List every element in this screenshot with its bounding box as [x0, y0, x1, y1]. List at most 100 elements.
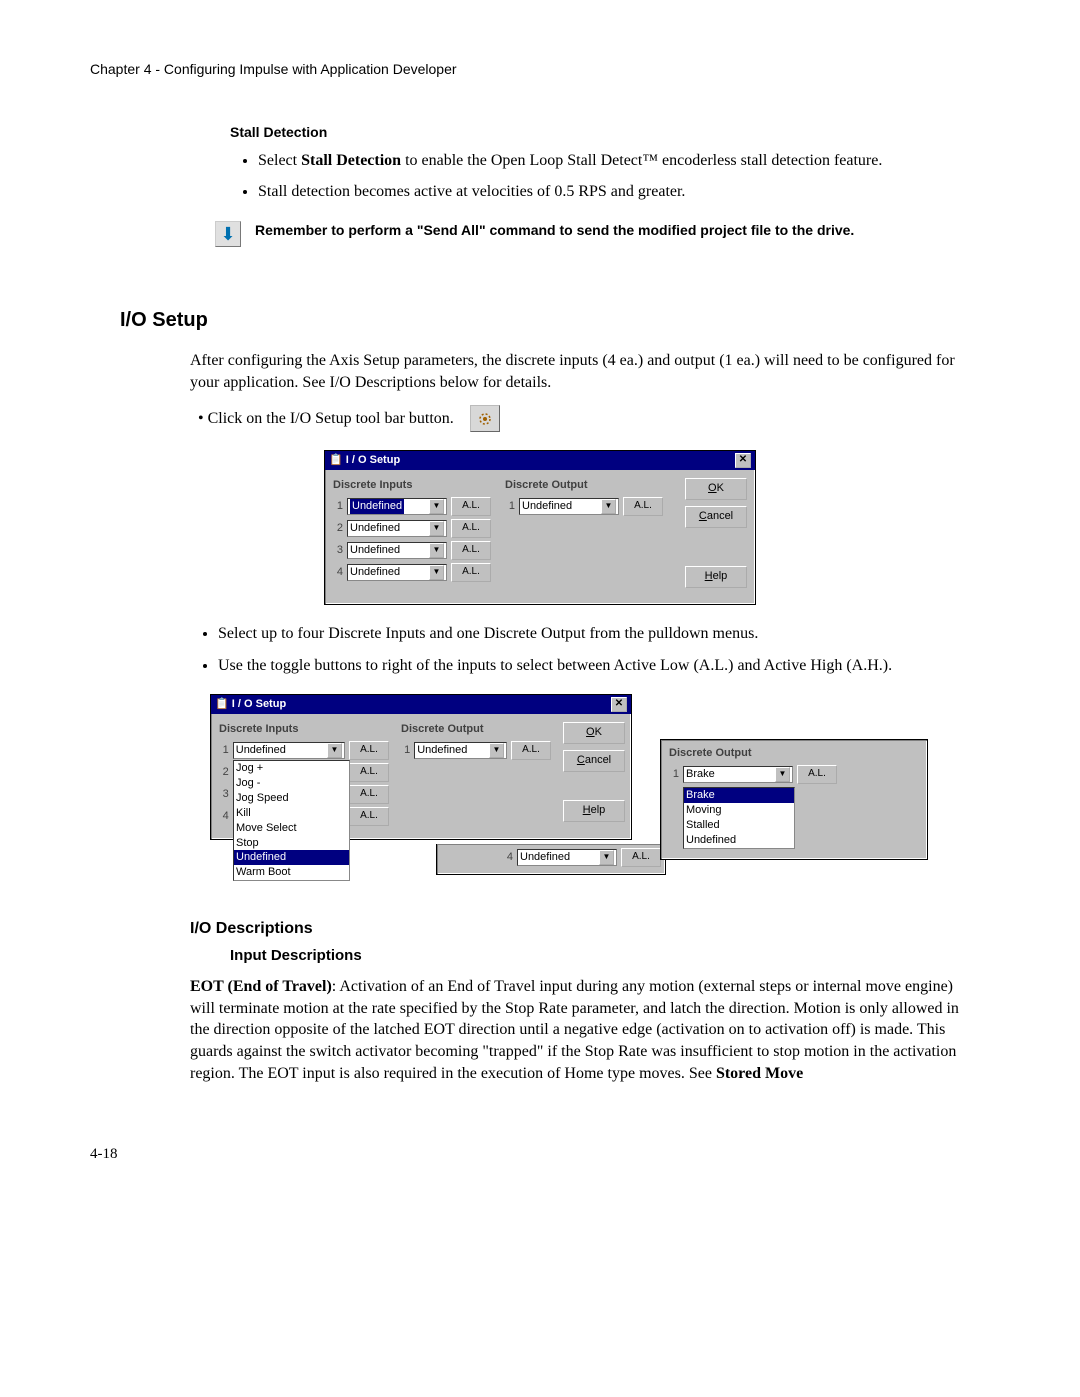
list-item[interactable]: Stop [234, 836, 349, 851]
combo-value: Undefined [522, 499, 572, 514]
list-item[interactable]: Stalled [684, 818, 794, 833]
combo-value: Undefined [350, 499, 404, 514]
input-4-combo-strip[interactable]: Undefined▼ [517, 849, 617, 866]
chevron-down-icon[interactable]: ▼ [429, 499, 444, 514]
output-combo-open[interactable]: Brake ▼ [683, 766, 793, 783]
chevron-down-icon[interactable]: ▼ [429, 543, 444, 558]
input-2-al-toggle[interactable]: A.L. [349, 763, 389, 782]
input-2-combo[interactable]: Undefined▼ [347, 520, 447, 537]
cancel-button[interactable]: Cancel [685, 506, 747, 528]
combo-value: Brake [686, 767, 715, 782]
chevron-down-icon[interactable]: ▼ [429, 565, 444, 580]
row-number: 1 [669, 767, 679, 782]
ok-button[interactable]: OK [563, 722, 625, 744]
combo-value: Undefined [417, 743, 467, 758]
chevron-down-icon[interactable]: ▼ [599, 850, 614, 865]
list-item[interactable]: Jog Speed [234, 791, 349, 806]
note-text: Remember to perform a "Send All" command… [255, 221, 854, 240]
dialog-titlebar: 📋 I / O Setup ✕ [325, 451, 755, 470]
output-1-combo[interactable]: Undefined ▼ [414, 742, 507, 759]
text: Select [258, 152, 301, 169]
output-1-combo[interactable]: Undefined ▼ [519, 498, 619, 515]
input-1-al-toggle[interactable]: A.L. [349, 741, 389, 760]
row-number: 3 [333, 543, 343, 558]
row-number: 3 [219, 787, 229, 802]
input-1-combo[interactable]: Undefined▼ [233, 742, 345, 759]
stall-detection-heading: Stall Detection [230, 123, 990, 142]
output-1-al-toggle[interactable]: A.L. [623, 497, 663, 516]
al-toggle[interactable]: A.L. [621, 848, 661, 867]
list-item-selected[interactable]: Brake [684, 788, 794, 803]
list-item[interactable]: Undefined [684, 833, 794, 848]
input-4-al-toggle[interactable]: A.L. [451, 563, 491, 582]
row-number: 1 [505, 499, 515, 514]
io-bullet-a: Select up to four Discrete Inputs and on… [218, 623, 990, 645]
list-item[interactable]: Jog + [234, 761, 349, 776]
discrete-inputs-label: Discrete Inputs [219, 722, 389, 737]
input-2-dropdown-list[interactable]: Jog + Jog - Jog Speed Kill Move Select S… [233, 760, 350, 881]
chevron-down-icon[interactable]: ▼ [327, 743, 342, 758]
ok-button[interactable]: OK [685, 478, 747, 500]
close-icon[interactable]: ✕ [735, 453, 751, 468]
list-item[interactable]: Warm Boot [234, 865, 349, 880]
dialog-title: I / O Setup [232, 698, 286, 710]
row-number: 1 [219, 743, 229, 758]
dialog-titlebar: 📋 I / O Setup ✕ [211, 695, 631, 714]
input-row-4: 4 Undefined ▼ A.L. [333, 563, 493, 582]
io-setup-bullets: Select up to four Discrete Inputs and on… [190, 623, 990, 676]
chevron-down-icon[interactable]: ▼ [601, 499, 616, 514]
discrete-output-label: Discrete Output [669, 746, 919, 761]
output-row-1: 1 Undefined ▼ A.L. [505, 497, 665, 516]
stored-move-bold: Stored Move [716, 1065, 803, 1082]
help-button[interactable]: Help [563, 800, 625, 822]
input-row-2: 2 Undefined▼ A.L. [333, 519, 493, 538]
eot-bold: EOT (End of Travel) [190, 978, 332, 995]
input-2-al-toggle[interactable]: A.L. [451, 519, 491, 538]
row-number: 1 [333, 499, 343, 514]
io-setup-output-fragment: Discrete Output 1 Brake ▼ A.L. Brake Movi… [660, 739, 928, 859]
help-button[interactable]: Help [685, 566, 747, 588]
list-item[interactable]: Moving [684, 803, 794, 818]
io-descriptions-heading: I/O Descriptions [190, 918, 990, 940]
page-number: 4-18 [90, 1144, 990, 1164]
combo-value: Undefined [350, 543, 400, 558]
input-row-3: 3 Undefined ▼ A.L. [333, 541, 493, 560]
input-3-al-toggle[interactable]: A.L. [349, 785, 389, 804]
list-item[interactable]: Jog - [234, 776, 349, 791]
input-4-combo[interactable]: Undefined ▼ [347, 564, 447, 581]
stall-bullets: Select Stall Detection to enable the Ope… [230, 150, 990, 203]
chevron-down-icon[interactable]: ▼ [775, 767, 790, 782]
io-setup-dialog-1: 📋 I / O Setup ✕ Discrete Inputs 1 Undefi… [324, 450, 756, 605]
close-icon[interactable]: ✕ [611, 697, 627, 712]
io-setup-dialog-2: 📋 I / O Setup ✕ Discrete Inputs 1 Undefi… [210, 694, 632, 840]
input-1-al-toggle[interactable]: A.L. [451, 497, 491, 516]
row-number: 4 [219, 809, 229, 824]
text: to enable the Open Loop Stall Detect™ en… [401, 152, 882, 169]
chevron-down-icon[interactable]: ▼ [489, 743, 504, 758]
list-item[interactable]: Move Select [234, 821, 349, 836]
input-1-combo[interactable]: Undefined ▼ [347, 498, 447, 515]
io-setup-intro: After configuring the Axis Setup paramet… [190, 350, 980, 393]
send-all-note: ⬇ Remember to perform a "Send All" comma… [215, 221, 990, 247]
input-3-al-toggle[interactable]: A.L. [451, 541, 491, 560]
eot-description: EOT (End of Travel): Activation of an En… [190, 976, 980, 1084]
io-setup-dialog-strip: 4 Undefined▼ A.L. [436, 844, 666, 875]
row-number: 4 [333, 565, 343, 580]
io-setup-toolbar-icon [470, 405, 500, 432]
list-item-selected[interactable]: Undefined [234, 850, 349, 865]
list-item[interactable]: Kill [234, 806, 349, 821]
input-row-1: 1 Undefined ▼ A.L. [333, 497, 493, 516]
stall-bullet-2: Stall detection becomes active at veloci… [258, 181, 990, 203]
click-text: • Click on the I/O Setup tool bar button… [198, 408, 454, 430]
chevron-down-icon[interactable]: ▼ [429, 521, 444, 536]
input-3-combo[interactable]: Undefined ▼ [347, 542, 447, 559]
cancel-button[interactable]: Cancel [563, 750, 625, 772]
output-1-al-toggle[interactable]: A.L. [511, 741, 551, 760]
input-4-al-toggle[interactable]: A.L. [349, 807, 389, 826]
output-al-toggle[interactable]: A.L. [797, 765, 837, 784]
combo-value: Undefined [350, 565, 400, 580]
io-bullet-b: Use the toggle buttons to right of the i… [218, 655, 990, 677]
row-number: 4 [503, 850, 513, 865]
output-dropdown-list[interactable]: Brake Moving Stalled Undefined [683, 787, 795, 848]
io-setup-heading: I/O Setup [120, 307, 990, 334]
